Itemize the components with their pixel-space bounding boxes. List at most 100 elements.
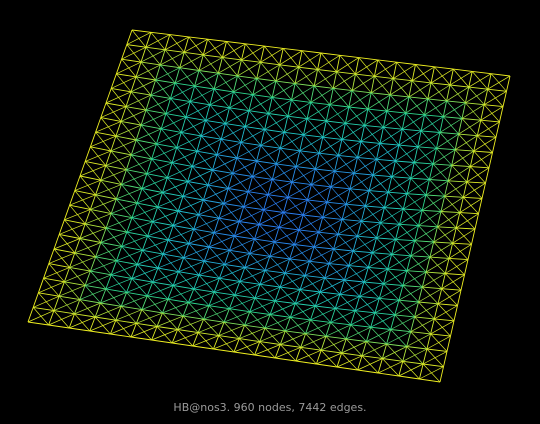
mesh-edge (314, 85, 334, 89)
mesh-edge (465, 88, 488, 104)
mesh-edge (357, 143, 381, 158)
mesh-edge (412, 66, 435, 81)
mesh-edge (85, 150, 112, 162)
mesh-edge (239, 338, 260, 343)
mesh-edge (364, 109, 369, 126)
mesh-edge (259, 341, 281, 345)
mesh-edge (420, 114, 425, 131)
mesh-edge (196, 138, 222, 152)
mesh-edge (337, 139, 343, 156)
mesh-edge (376, 144, 400, 160)
mesh-edge (468, 73, 492, 88)
mesh-edge (271, 163, 277, 180)
mesh-edge (467, 244, 472, 260)
mesh-edge (241, 59, 261, 63)
mesh-edge (198, 203, 224, 216)
mesh-edge (115, 319, 137, 324)
mesh-edge (310, 85, 315, 103)
mesh-edge (446, 335, 451, 352)
mesh-edge (120, 169, 127, 185)
mesh-edge (405, 96, 410, 114)
mesh-edge (415, 64, 435, 68)
mesh-edge (256, 147, 281, 162)
mesh-edge (156, 326, 178, 330)
mesh-edge (187, 166, 193, 182)
mesh-edge (381, 343, 388, 359)
mesh-edge (379, 128, 403, 144)
mesh-edge (377, 358, 383, 374)
mesh-edge (430, 320, 455, 335)
mesh-edge (334, 155, 339, 172)
mesh-edge (341, 125, 365, 140)
mesh-edge (270, 314, 291, 318)
mesh-edge (105, 213, 112, 229)
mesh-edge (303, 201, 327, 216)
mesh-edge (192, 165, 213, 171)
mesh-edge (453, 305, 458, 321)
mesh-edge (53, 234, 60, 250)
mesh-edge (260, 131, 285, 146)
mesh-edge (151, 339, 173, 344)
mesh-edge (239, 221, 260, 225)
mesh-edge (178, 199, 204, 212)
mesh-edge (443, 351, 448, 367)
mesh-edge (150, 31, 170, 36)
mesh-edge (422, 273, 446, 288)
mesh-edge (310, 101, 330, 106)
mesh-edge (84, 274, 112, 286)
mesh-edge (394, 145, 400, 162)
mesh-edge (110, 333, 132, 338)
mesh-edge (370, 326, 391, 330)
mesh-edge (260, 144, 281, 149)
mesh-edge (120, 109, 147, 122)
mesh-edge (203, 199, 224, 204)
mesh-edge (156, 128, 162, 145)
mesh-edge (348, 90, 353, 108)
mesh-edge (334, 157, 358, 172)
mesh-edge (105, 154, 132, 166)
mesh-edge (487, 88, 507, 92)
mesh-edge (256, 64, 280, 79)
mesh-edge (151, 143, 157, 160)
mesh-edge (386, 331, 411, 345)
mesh-edge (432, 149, 456, 165)
mesh-edge (185, 101, 191, 118)
mesh-edge (74, 179, 101, 191)
mesh-edge (431, 82, 451, 86)
mesh-edge (387, 177, 411, 193)
mesh-edge (105, 288, 127, 293)
mesh-edge (406, 179, 430, 194)
mesh-edge (207, 169, 213, 186)
mesh-edge (386, 110, 406, 114)
mesh-edge (111, 87, 132, 93)
mesh-edge (358, 57, 378, 61)
mesh-edge (84, 209, 91, 225)
mesh-edge (408, 96, 428, 100)
mesh-edge (417, 146, 437, 149)
mesh-edge (345, 122, 365, 126)
mesh-edge (295, 150, 301, 167)
mesh-edge (176, 132, 182, 148)
mesh-edge (167, 166, 193, 179)
mesh-edge (130, 139, 137, 156)
mesh-edge (256, 62, 261, 79)
mesh-edge (111, 202, 138, 214)
mesh-edge (260, 45, 265, 63)
mesh-edge (218, 206, 244, 219)
mesh-edge (221, 138, 242, 143)
mesh-edge (432, 163, 452, 166)
mesh-edge (157, 195, 184, 208)
mesh-edge (398, 375, 420, 380)
mesh-edge (252, 94, 273, 98)
mesh-edge (426, 271, 446, 274)
mesh-edge (418, 288, 442, 303)
mesh-edge (276, 150, 300, 165)
mesh-edge (361, 343, 387, 357)
mesh-edge (295, 83, 315, 87)
mesh-edge (439, 116, 444, 133)
mesh-edge (461, 102, 466, 119)
mesh-edge (406, 331, 412, 347)
mesh-edge (421, 130, 440, 133)
mesh-edge (299, 150, 320, 154)
mesh-edge (336, 366, 358, 371)
